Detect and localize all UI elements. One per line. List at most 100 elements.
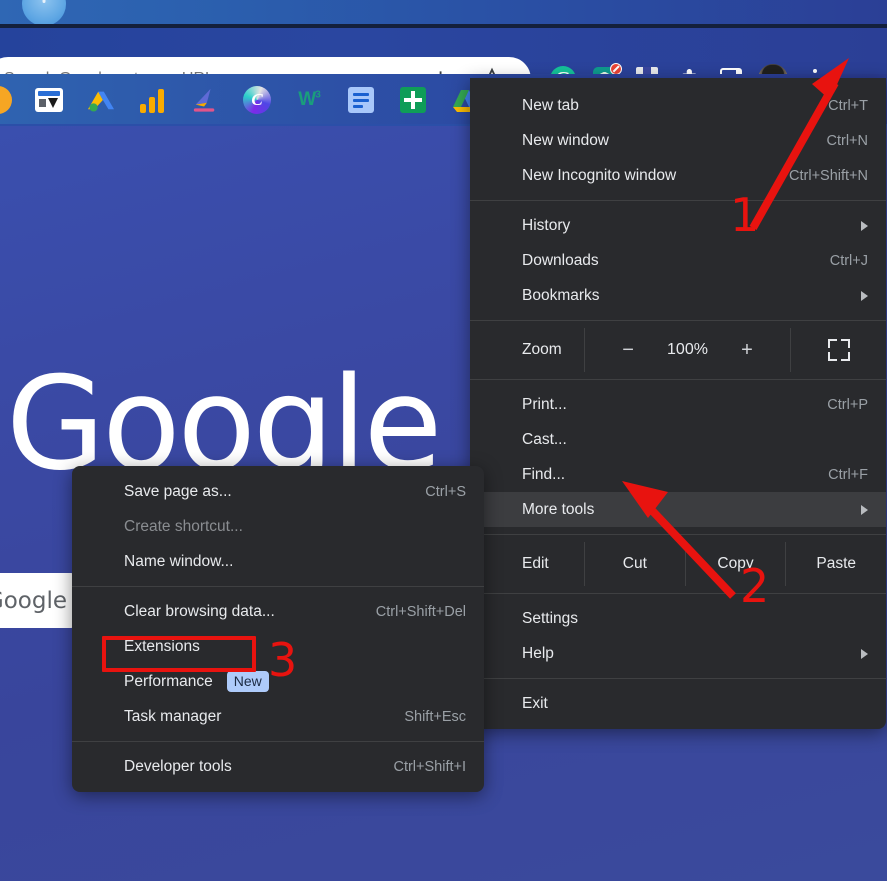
toolbar: G: [0, 28, 887, 101]
menu-item-label: Task manager: [124, 707, 222, 725]
menu-item-accelerator: Ctrl+N: [826, 132, 869, 149]
menu-separator: [72, 741, 484, 742]
menu-item-label: Clear browsing data...: [124, 602, 275, 620]
zoom-controls: − 100% +: [584, 328, 790, 372]
sheets-icon: [400, 87, 426, 113]
copy-button[interactable]: Copy: [684, 542, 786, 586]
chevron-right-icon: [861, 648, 868, 659]
menu-separator: [470, 320, 886, 321]
menu-item-label: Create shortcut...: [124, 517, 243, 535]
bookmark-canva[interactable]: C: [242, 85, 272, 115]
menu-item-print[interactable]: Print... Ctrl+P: [470, 387, 886, 422]
menu-item-downloads[interactable]: Downloads Ctrl+J: [470, 243, 886, 278]
annotation-number-1: 1: [730, 188, 760, 242]
fullscreen-icon: [827, 339, 850, 361]
bookmark-google-ads[interactable]: [86, 85, 116, 115]
annotation-number-3: 3: [268, 633, 298, 687]
more-tools-submenu: Save page as... Ctrl+S Create shortcut..…: [72, 466, 484, 792]
menu-separator: [470, 200, 886, 201]
menu-item-label: History: [522, 216, 571, 234]
bookmark-google-ad-manager[interactable]: [34, 85, 64, 115]
menu-item-label: Save page as...: [124, 482, 232, 500]
menu-item-label: Cast...: [522, 430, 567, 448]
new-badge: New: [226, 671, 269, 692]
submenu-item-name-window[interactable]: Name window...: [72, 544, 484, 579]
menu-item-label: New window: [522, 131, 610, 149]
more-tools-menu-item[interactable]: More tools: [470, 492, 886, 527]
menu-item-label: Settings: [522, 609, 579, 627]
blocked-badge-icon: [609, 62, 622, 75]
bookmark-google-optimize[interactable]: [190, 85, 220, 115]
bookmark-google-sheets[interactable]: [398, 85, 428, 115]
menu-item-accelerator: Ctrl+Shift+I: [393, 758, 466, 775]
menu-separator: [72, 586, 484, 587]
zoom-label: Zoom: [522, 341, 562, 358]
chevron-right-icon: [861, 504, 868, 515]
menu-item-label: New tab: [522, 96, 579, 114]
menu-separator: [470, 379, 886, 380]
paste-button[interactable]: Paste: [785, 542, 886, 586]
analytics-icon: [140, 87, 166, 113]
google-ads-icon: [88, 91, 114, 112]
submenu-item-create-shortcut: Create shortcut...: [72, 509, 484, 544]
canva-icon: C: [243, 86, 271, 114]
optimize-icon: [193, 88, 215, 112]
annotation-number-2: 2: [740, 559, 770, 613]
menu-item-label: Bookmarks: [522, 286, 600, 304]
menu-item-bookmarks[interactable]: Bookmarks: [470, 278, 886, 313]
menu-item-accelerator: Ctrl+J: [829, 252, 868, 269]
browser-screenshot: G: [0, 0, 887, 881]
submenu-item-save-page-as[interactable]: Save page as... Ctrl+S: [72, 474, 484, 509]
menu-item-label: Name window...: [124, 552, 234, 570]
zoom-in-button[interactable]: +: [738, 339, 756, 362]
menu-item-label: Downloads: [522, 251, 599, 269]
menu-item-accelerator: Ctrl+Shift+N: [789, 167, 868, 184]
menu-item-history[interactable]: History: [470, 208, 886, 243]
menu-item-accelerator: Shift+Esc: [404, 708, 466, 725]
bookmark-partial[interactable]: [0, 86, 12, 114]
browser-tab[interactable]: [22, 0, 66, 26]
cut-button[interactable]: Cut: [584, 542, 685, 586]
edit-label: Edit: [522, 555, 549, 572]
menu-item-label: More tools: [522, 500, 595, 518]
submenu-item-clear-browsing-data[interactable]: Clear browsing data... Ctrl+Shift+Del: [72, 594, 484, 629]
fullscreen-button[interactable]: [790, 328, 886, 372]
tab-strip: [0, 0, 887, 26]
bookmark-google-docs[interactable]: [346, 85, 376, 115]
menu-edit-row: Edit Cut Copy Paste: [470, 542, 886, 586]
menu-item-find[interactable]: Find... Ctrl+F: [470, 457, 886, 492]
menu-item-label: Exit: [522, 694, 548, 712]
tab-indicator: [42, 0, 46, 3]
menu-separator: [470, 678, 886, 679]
menu-separator: [470, 534, 886, 535]
submenu-item-developer-tools[interactable]: Developer tools Ctrl+Shift+I: [72, 749, 484, 784]
menu-item-label: Performance: [124, 672, 213, 690]
menu-item-help[interactable]: Help: [470, 636, 886, 671]
zoom-level-value: 100%: [667, 341, 708, 358]
docs-icon: [348, 87, 374, 113]
bookmark-w3schools[interactable]: W3: [294, 85, 324, 115]
menu-item-exit[interactable]: Exit: [470, 686, 886, 721]
menu-item-cast[interactable]: Cast...: [470, 422, 886, 457]
ad-manager-icon: [35, 88, 63, 112]
menu-item-settings[interactable]: Settings: [470, 601, 886, 636]
menu-item-accelerator: Ctrl+Shift+Del: [375, 603, 466, 620]
menu-zoom-row: Zoom − 100% +: [470, 328, 886, 372]
menu-item-label: Print...: [522, 395, 567, 413]
menu-item-accelerator: Ctrl+P: [827, 396, 868, 413]
menu-item-accelerator: Ctrl+T: [828, 97, 868, 114]
menu-item-new-tab[interactable]: New tab Ctrl+T: [470, 88, 886, 123]
menu-item-label: Find...: [522, 465, 566, 483]
menu-item-new-incognito-window[interactable]: New Incognito window Ctrl+Shift+N: [470, 158, 886, 193]
chrome-main-menu: New tab Ctrl+T New window Ctrl+N New Inc…: [470, 78, 886, 729]
w3schools-icon: W3: [298, 89, 320, 110]
bookmark-google-analytics[interactable]: [138, 85, 168, 115]
menu-item-label: Help: [522, 644, 554, 662]
search-suggestion-pill[interactable]: Google: [0, 573, 75, 628]
chevron-right-icon: [861, 290, 868, 301]
menu-item-label: Developer tools: [124, 757, 232, 775]
zoom-out-button[interactable]: −: [619, 339, 637, 362]
menu-item-new-window[interactable]: New window Ctrl+N: [470, 123, 886, 158]
menu-item-accelerator: Ctrl+S: [425, 483, 466, 500]
submenu-item-task-manager[interactable]: Task manager Shift+Esc: [72, 699, 484, 734]
